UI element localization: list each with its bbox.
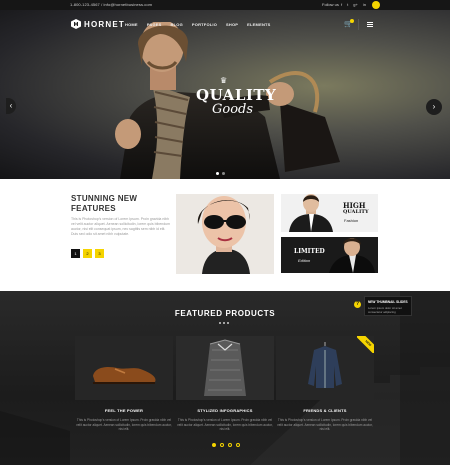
site-logo[interactable]: HORNET — [84, 20, 125, 29]
pager-button-1[interactable]: 1 — [71, 249, 80, 258]
products-pagination — [212, 443, 240, 447]
social-links: f t g+ in — [341, 2, 366, 7]
limited-edition-heading: LIMITED — [294, 248, 325, 255]
pager-button-3[interactable]: 3 — [95, 249, 104, 258]
features-section: STUNNING NEW FEATURES This is Photoshop'… — [0, 179, 450, 291]
hero-subheading: Goods — [212, 102, 254, 117]
facebook-icon[interactable]: f — [341, 2, 342, 7]
slider-dot[interactable] — [216, 172, 219, 175]
menu-item-elements[interactable]: ELEMENTS — [247, 22, 270, 27]
shoe-image — [93, 366, 156, 384]
menu-item-pages[interactable]: PAGES — [147, 22, 162, 27]
woman-sunglasses-image[interactable] — [176, 194, 274, 274]
slider-next-button[interactable]: › — [426, 99, 442, 115]
features-pager: 1 2 3 — [71, 249, 104, 258]
pager-button-2[interactable]: 2 — [83, 249, 92, 258]
info-tooltip: NEW THUMBNAIL SLIDES Lorem ipsum dolor s… — [364, 296, 412, 316]
main-nav: HORNET HOME PAGES BLOG PORTFOLIO SHOP EL… — [0, 16, 450, 32]
tooltip-text: Lorem ipsum dolor sit amet consectetur a… — [368, 306, 402, 314]
features-text: This is Photoshop's version of Lorem Ips… — [71, 217, 171, 236]
pagination-dot[interactable] — [228, 443, 232, 447]
crown-icon: ♛ — [220, 76, 228, 85]
slider-dot[interactable] — [222, 172, 225, 175]
hamburger-menu-icon[interactable] — [358, 19, 378, 30]
slider-prev-button[interactable]: ‹ — [6, 98, 16, 114]
product-card-shoe[interactable] — [75, 336, 173, 400]
shirt-image — [204, 339, 246, 396]
card-text: This is Photoshop's version of Lorem Ips… — [76, 418, 172, 431]
follow-label: Follow us — [322, 2, 339, 7]
product-card-shirt[interactable] — [176, 336, 274, 400]
top-bar: 1-800-123-4567 / info@hornetbusiness.com… — [0, 0, 450, 10]
high-quality-sub: Fashion — [344, 218, 359, 223]
high-quality-heading: HIGH QUALITY — [343, 201, 369, 215]
title-divider — [219, 322, 229, 324]
menu-item-shop[interactable]: SHOP — [226, 22, 238, 27]
tooltip-title: NEW THUMBNAIL SLIDES — [368, 300, 408, 304]
limited-edition-banner[interactable]: LIMITED Edition — [281, 237, 378, 273]
google-plus-icon[interactable]: g+ — [353, 2, 358, 7]
card-title-friends-clients[interactable]: FRIENDS & CLIENTS — [276, 408, 374, 413]
card-title-feel-the-power[interactable]: FEEL THE POWER — [75, 408, 173, 413]
slider-dots — [216, 172, 225, 175]
menu-item-portfolio[interactable]: PORTFOLIO — [192, 22, 217, 27]
hero-slider: HORNET HOME PAGES BLOG PORTFOLIO SHOP EL… — [0, 10, 450, 179]
featured-products-section: FEATURED PRODUCTS ? NEW THUMBNAIL SLIDES… — [0, 291, 450, 465]
hornet-logo-icon[interactable] — [71, 19, 81, 29]
menu: HOME PAGES BLOG PORTFOLIO SHOP ELEMENTS — [125, 22, 271, 27]
twitter-icon[interactable]: t — [347, 2, 348, 7]
contact-info: 1-800-123-4567 / info@hornetbusiness.com — [70, 2, 153, 7]
cart-count-badge — [350, 19, 354, 23]
features-title: STUNNING NEW FEATURES — [71, 194, 138, 213]
pagination-dot[interactable] — [212, 443, 216, 447]
linkedin-icon[interactable]: in — [363, 2, 366, 7]
user-badge-icon[interactable] — [372, 1, 380, 9]
limited-edition-sub: Edition — [298, 258, 311, 263]
pagination-dot[interactable] — [236, 443, 240, 447]
menu-item-home[interactable]: HOME — [125, 22, 138, 27]
pagination-dot[interactable] — [220, 443, 224, 447]
menu-item-blog[interactable]: BLOG — [171, 22, 183, 27]
card-text: This is Photoshop's version of Lorem Ips… — [277, 418, 373, 431]
new-ribbon: NEW — [357, 336, 374, 353]
high-quality-banner[interactable]: HIGH QUALITY Fashion — [281, 194, 378, 232]
limited-model-image — [329, 238, 375, 273]
help-icon[interactable]: ? — [354, 301, 361, 308]
card-title-stylized-infographics[interactable]: STYLIZED INFOGRAPHICS — [176, 408, 274, 413]
card-text: This is Photoshop's version of Lorem Ips… — [177, 418, 273, 431]
